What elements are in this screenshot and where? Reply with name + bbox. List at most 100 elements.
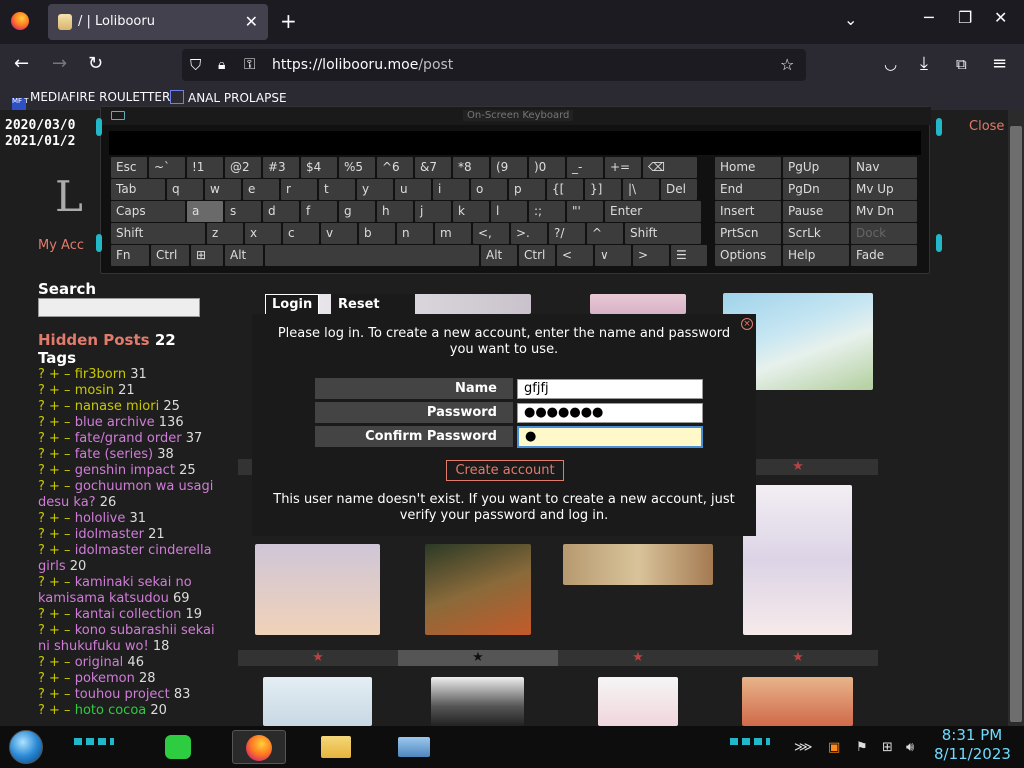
tag-item[interactable]: ? + – gochuumon wa usagi desu ka? 26 [38,479,220,511]
tag-ops[interactable]: ? + – [38,463,75,478]
new-tab-button[interactable]: + [280,10,297,32]
tag-ops[interactable]: ? + – [38,527,75,542]
osk-key[interactable]: a [187,201,223,222]
tag-item[interactable]: ? + – fate/grand order 37 [38,431,220,447]
osk-key[interactable]: <, [473,223,509,244]
osk-key[interactable]: p [509,179,545,200]
tag-ops[interactable]: ? + – [38,479,75,494]
star-icon[interactable]: ★ [238,650,398,666]
tag-item[interactable]: ? + – fir3born 31 [38,367,220,383]
osk-key[interactable]: !1 [187,157,223,178]
tag-item[interactable]: ? + – hololive 31 [38,511,220,527]
close-link[interactable]: Close [969,119,1004,134]
osk-key[interactable]: j [415,201,451,222]
osk-key[interactable]: Pause [783,201,849,222]
tag-item[interactable]: ? + – blue archive 136 [38,415,220,431]
tab-reset-password[interactable]: Reset Password [331,294,416,332]
osk-key[interactable]: @2 [225,157,261,178]
tab-lolibooru[interactable]: / | Lolibooru ✕ [48,4,268,40]
create-account-button[interactable]: Create account [446,460,564,481]
osk-key[interactable]: *8 [453,157,489,178]
tag-name[interactable]: genshin impact [75,463,175,478]
osk-key[interactable]: b [359,223,395,244]
tag-ops[interactable]: ? + – [38,415,75,430]
key-icon[interactable]: ⚿ [244,54,255,74]
osk-key[interactable]: }] [585,179,621,200]
osk-key[interactable]: m [435,223,471,244]
name-input[interactable]: gfjfj [517,379,703,399]
tag-item[interactable]: ? + – hoto cocoa 20 [38,703,220,719]
osk-key[interactable]: x [245,223,281,244]
osk-key[interactable]: Options [715,245,781,266]
post-thumbnail[interactable] [431,677,524,726]
osk-key[interactable]: |\ [623,179,659,200]
osk-key[interactable]: "' [567,201,603,222]
password-input[interactable]: ●●●●●●● [517,403,703,423]
firefox-view-button[interactable] [8,4,42,40]
tag-ops[interactable]: ? + – [38,543,75,558]
osk-key[interactable] [265,245,479,266]
osk-key[interactable]: k [453,201,489,222]
osk-key[interactable]: o [471,179,507,200]
close-dialog-icon[interactable]: × [741,318,753,330]
osk-key[interactable]: ^ [587,223,623,244]
my-account-link[interactable]: My Acc [38,238,84,253]
osk-key[interactable]: e [243,179,279,200]
search-input[interactable] [38,298,200,317]
osk-key[interactable]: w [205,179,241,200]
tag-ops[interactable]: ? + – [38,687,75,702]
post-thumbnail[interactable] [743,485,852,635]
scrollbar-thumb[interactable] [1010,126,1022,722]
osk-key[interactable]: Caps [111,201,185,222]
osk-key[interactable]: $4 [301,157,337,178]
url-text[interactable]: https://lolibooru.moe/post [272,57,453,73]
menu-icon[interactable]: ≡ [992,54,1007,74]
tag-item[interactable]: ? + – pokemon 28 [38,671,220,687]
osk-key[interactable]: PgUp [783,157,849,178]
tag-name[interactable]: hoto cocoa [75,703,147,718]
tray-app-icon[interactable]: ▣ [828,740,840,755]
osk-key[interactable]: &7 [415,157,451,178]
osk-key[interactable]: ScrLk [783,223,849,244]
osk-key[interactable]: > [633,245,669,266]
osk-key[interactable]: #3 [263,157,299,178]
tag-item[interactable]: ? + – original 46 [38,655,220,671]
osk-key[interactable]: _- [567,157,603,178]
hidden-posts-heading[interactable]: Hidden Posts 22 [38,331,176,349]
osk-key[interactable]: ☰ [671,245,707,266]
osk-key[interactable]: Nav [851,157,917,178]
post-thumbnail[interactable] [563,544,713,585]
tag-name[interactable]: kantai collection [75,607,182,622]
tag-ops[interactable]: ? + – [38,367,75,382]
confirm-password-input[interactable]: ● [517,426,703,448]
osk-key[interactable]: q [167,179,203,200]
osk-key[interactable]: d [263,201,299,222]
star-icon[interactable]: ★ [398,650,558,666]
tag-ops[interactable]: ? + – [38,447,75,462]
tag-ops[interactable]: ? + – [38,511,75,526]
osk-key[interactable]: Shift [625,223,701,244]
osk-key[interactable]: ?/ [549,223,585,244]
osk-key[interactable]: Tab [111,179,165,200]
osk-key[interactable]: Del [661,179,697,200]
osk-key[interactable]: )0 [529,157,565,178]
downloads-icon[interactable]: ⤓ [920,54,928,74]
osk-key[interactable]: >. [511,223,547,244]
address-bar[interactable]: ⛉ 🔒︎ ⚿ https://lolibooru.moe/post ☆ [182,49,806,81]
post-thumbnail[interactable] [425,544,531,635]
close-window-icon[interactable]: ✕ [994,8,1007,27]
osk-key[interactable]: r [281,179,317,200]
tag-name[interactable]: idolmaster [75,527,144,542]
tag-name[interactable]: hololive [75,511,126,526]
maximize-icon[interactable]: ❐ [958,8,972,27]
minimize-icon[interactable]: ─ [924,8,934,27]
tab-login[interactable]: Login [265,294,320,315]
osk-key[interactable]: Ctrl [519,245,555,266]
reload-icon[interactable]: ↻ [88,54,103,74]
start-button[interactable] [9,730,43,764]
osk-key[interactable]: Ctrl [151,245,189,266]
list-tabs-chevron-icon[interactable]: ⌄ [844,10,857,29]
osk-key[interactable]: l [491,201,527,222]
back-arrow-icon[interactable]: ← [14,54,29,74]
osk-key[interactable]: f [301,201,337,222]
